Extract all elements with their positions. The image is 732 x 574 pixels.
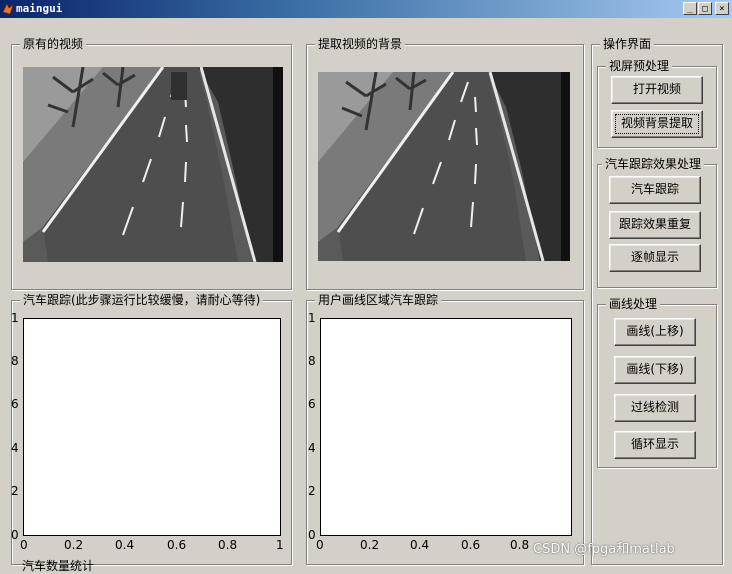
operations-title: 操作界面 bbox=[600, 36, 655, 52]
x-tick-label: 0.8 bbox=[218, 538, 238, 552]
frame-by-frame-button[interactable]: 逐帧显示 bbox=[609, 244, 701, 272]
car-tracking-label: 汽车跟踪 bbox=[630, 182, 679, 196]
x-tick-label: 0.4 bbox=[410, 538, 430, 552]
road-background-image bbox=[318, 72, 570, 261]
y-tick-label: 6 bbox=[11, 397, 19, 411]
y-tick-label: 8 bbox=[11, 354, 19, 368]
background-video-title: 提取视频的背景 bbox=[315, 36, 406, 52]
road-scene-image bbox=[23, 67, 283, 262]
cross-line-detect-label: 过线检测 bbox=[630, 400, 679, 414]
x-tick-label: 0.8 bbox=[510, 538, 530, 552]
repeat-tracking-button[interactable]: 跟踪效果重复 bbox=[609, 211, 701, 239]
x-tick-label: 0.6 bbox=[167, 538, 187, 552]
window-title: maingui bbox=[16, 2, 63, 15]
user-region-title: 用户画线区域汽车跟踪 bbox=[315, 292, 442, 308]
user-region-axes bbox=[320, 318, 572, 536]
y-tick-label: 0 bbox=[11, 528, 19, 542]
focus-ring bbox=[615, 114, 699, 134]
line-down-button[interactable]: 画线(下移) bbox=[614, 356, 696, 384]
line-up-label: 画线(上移) bbox=[626, 324, 684, 338]
line-down-label: 画线(下移) bbox=[626, 362, 684, 376]
extract-background-button[interactable]: 视频背景提取 bbox=[611, 110, 703, 138]
original-video-frame bbox=[23, 67, 283, 262]
x-tick-label: 0.4 bbox=[115, 538, 135, 552]
background-video-frame bbox=[318, 72, 570, 261]
original-video-title: 原有的视频 bbox=[20, 36, 87, 52]
minimize-button[interactable]: _ bbox=[683, 2, 697, 15]
y-tick-label: 4 bbox=[11, 441, 19, 455]
open-video-label: 打开视频 bbox=[632, 82, 681, 96]
close-button[interactable]: × bbox=[715, 2, 729, 15]
x-tick-label: 0 bbox=[316, 538, 324, 552]
open-video-button[interactable]: 打开视频 bbox=[611, 76, 703, 104]
x-tick-label: 0.2 bbox=[64, 538, 84, 552]
watermark-text: CSDN @fpga和matlab bbox=[533, 542, 675, 557]
y-tick-label: 4 bbox=[308, 441, 316, 455]
maximize-button[interactable]: □ bbox=[698, 2, 712, 15]
repeat-tracking-label: 跟踪效果重复 bbox=[618, 217, 691, 231]
x-tick-label: 0 bbox=[20, 538, 28, 552]
y-tick-label: 0 bbox=[308, 528, 316, 542]
title-bar: maingui _ □ × bbox=[0, 0, 732, 18]
y-tick-label: 6 bbox=[308, 397, 316, 411]
tracking-axes bbox=[23, 318, 281, 536]
y-tick-label: 8 bbox=[308, 354, 316, 368]
tracking-effect-title: 汽车跟踪效果处理 bbox=[602, 156, 705, 172]
y-tick-label: 2 bbox=[308, 484, 316, 498]
matlab-icon bbox=[2, 3, 14, 15]
line-processing-title: 画线处理 bbox=[606, 296, 661, 312]
preprocess-title: 视屏预处理 bbox=[606, 58, 673, 74]
loop-display-button[interactable]: 循环显示 bbox=[614, 431, 696, 459]
x-tick-label: 0.6 bbox=[461, 538, 481, 552]
car-tracking-title: 汽车跟踪(此步骤运行比较缓慢，请耐心等待) bbox=[20, 292, 264, 308]
y-tick-label: 1 bbox=[308, 311, 316, 325]
car-tracking-button[interactable]: 汽车跟踪 bbox=[609, 176, 701, 204]
y-tick-label: 1 bbox=[11, 311, 19, 325]
x-tick-label: 0.2 bbox=[360, 538, 380, 552]
cross-line-detect-button[interactable]: 过线检测 bbox=[614, 394, 696, 422]
frame-by-frame-label: 逐帧显示 bbox=[630, 250, 679, 264]
x-tick-label: 1 bbox=[276, 538, 284, 552]
line-up-button[interactable]: 画线(上移) bbox=[614, 318, 696, 346]
car-count-label: 汽车数量统计 bbox=[22, 559, 95, 573]
loop-display-label: 循环显示 bbox=[630, 437, 679, 451]
y-tick-label: 2 bbox=[11, 484, 19, 498]
